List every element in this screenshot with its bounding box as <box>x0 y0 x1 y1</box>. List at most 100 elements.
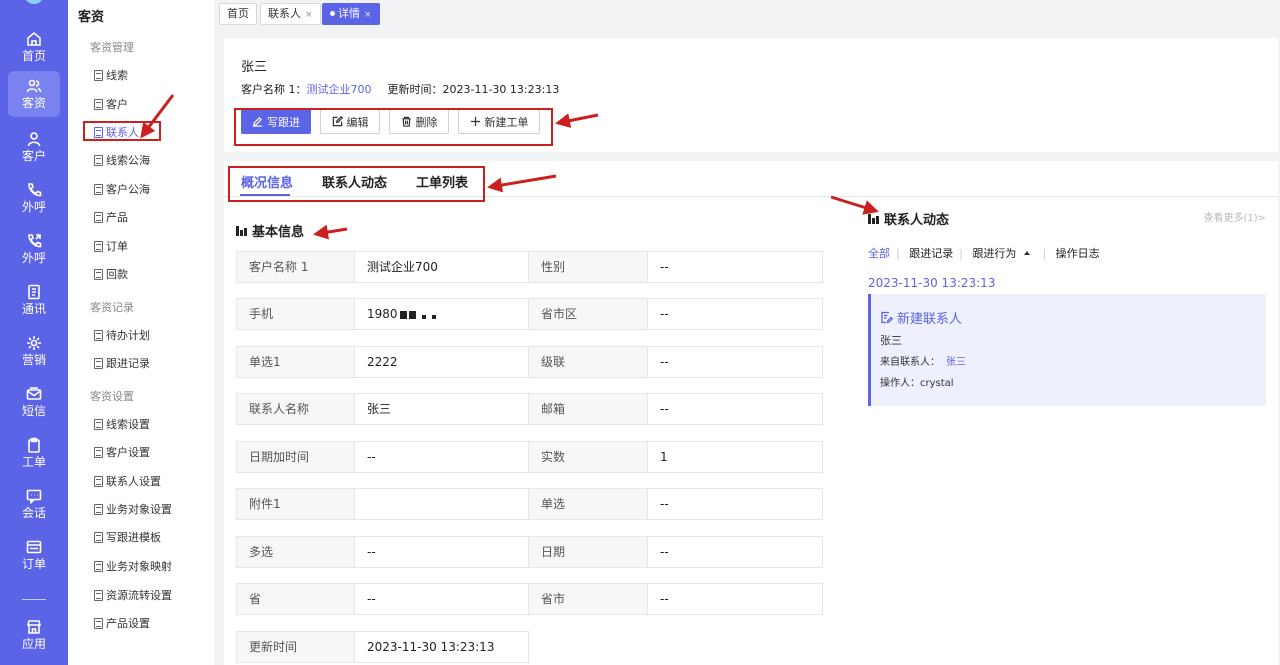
field-label: 日期加时间 <box>236 441 355 473</box>
menu-item-follow-records[interactable]: 跟进记录 <box>94 355 150 371</box>
close-icon[interactable]: × <box>364 10 372 20</box>
rail-label: 客户 <box>21 149 46 163</box>
filter-operation-log[interactable]: 操作日志 <box>1056 247 1100 260</box>
page-title: 张三 <box>241 60 268 75</box>
menu-section-title: 客资记录 <box>90 301 134 314</box>
document-icon <box>94 69 103 81</box>
menu-item-lead-pool[interactable]: 线索公海 <box>94 152 150 168</box>
menu-item-follow-template[interactable]: 写跟进模板 <box>94 529 161 545</box>
redaction-mark <box>421 315 426 319</box>
document-icon <box>94 154 103 166</box>
store-icon <box>26 620 42 634</box>
document-icon <box>94 589 103 601</box>
field-label: 单选 <box>528 488 648 520</box>
activity-from: 来自联系人： 张三 <box>880 357 966 368</box>
document-icon <box>94 446 103 458</box>
menu-item-product[interactable]: 产品 <box>94 209 128 225</box>
rail-item-contacts[interactable]: 通讯 <box>0 277 68 323</box>
menu-item-business-object-mapping[interactable]: 业务对象映射 <box>94 558 172 574</box>
view-more-link[interactable]: 查看更多(1)> <box>1203 209 1266 224</box>
rail-item-ticket[interactable]: 工单 <box>0 430 68 476</box>
rail-label: 首页 <box>21 49 46 63</box>
menu-item-customer-pool[interactable]: 客户公海 <box>94 181 150 197</box>
field-value <box>354 488 529 520</box>
menu-item-resource-flow-settings[interactable]: 资源流转设置 <box>94 587 172 603</box>
activity-operator: 操作人：crystal <box>880 378 954 389</box>
menu-item-todo-plan[interactable]: 待办计划 <box>94 327 150 343</box>
rail-item-outbound-call-2[interactable]: 外呼 <box>0 226 68 272</box>
updated-time: 2023-11-30 13:23:13 <box>442 83 560 96</box>
field-label: 级联 <box>528 346 648 378</box>
tab-home[interactable]: 首页 <box>219 3 257 25</box>
field-value: 2222 <box>354 346 529 378</box>
document-icon <box>94 531 103 543</box>
home-icon <box>27 31 41 46</box>
rail-item-apps[interactable]: 应用 <box>0 612 68 658</box>
icon-rail: 首页 客资 客户 外呼 外呼 通讯 营销 短信 工单 会话 订单 应用 <box>0 0 68 665</box>
redaction-mark <box>399 311 407 319</box>
rail-item-customer[interactable]: 客户 <box>0 124 68 170</box>
filter-follow-behavior[interactable]: 跟进行为 <box>972 247 1036 260</box>
close-icon[interactable]: × <box>305 10 313 20</box>
rail-item-outbound-call[interactable]: 外呼 <box>0 175 68 221</box>
document-icon <box>94 183 103 195</box>
menu-item-business-object-settings[interactable]: 业务对象设置 <box>94 501 172 517</box>
phone-value: 1980 <box>367 307 398 321</box>
rail-label: 工单 <box>21 455 46 469</box>
field-value: -- <box>647 393 823 425</box>
secondary-menu: 客资 客资管理 线索 客户 联系人 线索公海 客户公海 产品 订单 回款 客资记… <box>68 0 214 665</box>
rail-label: 应用 <box>21 637 46 651</box>
rail-item-order[interactable]: 订单 <box>0 532 68 578</box>
rail-item-home[interactable]: 首页 <box>0 24 68 70</box>
document-edit-icon <box>881 311 893 324</box>
document-icon <box>94 617 103 629</box>
customer-link[interactable]: 测试企业700 <box>307 83 372 96</box>
rail-divider <box>22 592 46 600</box>
field-label: 手机 <box>236 298 355 330</box>
activity-card-title: 新建联系人 <box>880 308 962 327</box>
rail-item-marketing[interactable]: 营销 <box>0 328 68 374</box>
menu-section-title: 客资管理 <box>90 41 134 54</box>
field-value: -- <box>647 346 823 378</box>
field-value: -- <box>647 251 823 283</box>
menu-item-contact-settings[interactable]: 联系人设置 <box>94 473 161 489</box>
users-icon <box>26 79 42 93</box>
rail-label: 客资 <box>21 96 46 110</box>
field-label: 实数 <box>528 441 648 473</box>
activity-filters: 全部 | 跟进记录 | 跟进行为 | 操作日志 <box>868 247 1100 260</box>
menu-item-lead-settings[interactable]: 线索设置 <box>94 416 150 432</box>
activity-title: 联系人动态 <box>868 209 949 228</box>
section-bar-icon <box>236 225 247 236</box>
rail-item-leads[interactable]: 客资 <box>8 71 60 117</box>
menu-item-payment[interactable]: 回款 <box>94 266 128 282</box>
menu-item-leads[interactable]: 线索 <box>94 67 128 83</box>
menu-item-customer-settings[interactable]: 客户设置 <box>94 444 150 460</box>
menu-item-product-settings[interactable]: 产品设置 <box>94 615 150 631</box>
field-value: 测试企业700 <box>354 251 529 283</box>
field-label: 日期 <box>528 536 648 568</box>
tab-contacts[interactable]: 联系人 × <box>260 3 321 25</box>
caret-up-icon <box>1024 251 1031 255</box>
rail-label: 外呼 <box>21 251 46 265</box>
activity-card: 新建联系人 张三 来自联系人： 张三 操作人：crystal <box>868 294 1266 406</box>
rail-label: 通讯 <box>21 302 46 316</box>
rail-label: 会话 <box>21 506 46 520</box>
from-contact-link[interactable]: 张三 <box>946 357 966 368</box>
activity-time: 2023-11-30 13:23:13 <box>868 276 996 290</box>
document-icon <box>94 211 103 223</box>
menu-item-customer[interactable]: 客户 <box>94 96 128 112</box>
tab-detail[interactable]: 详情 × <box>322 3 380 25</box>
field-value: -- <box>354 583 529 615</box>
field-label: 单选1 <box>236 346 355 378</box>
filter-follow-records[interactable]: 跟进记录 <box>909 247 953 260</box>
filter-all[interactable]: 全部 <box>868 247 890 260</box>
phone-out-icon <box>28 234 42 248</box>
field-value: -- <box>647 583 823 615</box>
rail-item-sms[interactable]: 短信 <box>0 379 68 425</box>
field-label: 更新时间 <box>236 631 355 663</box>
rail-item-conversation[interactable]: 会话 <box>0 481 68 527</box>
order-icon <box>26 540 42 554</box>
redaction-mark <box>408 311 416 319</box>
menu-item-order[interactable]: 订单 <box>94 238 128 254</box>
logo-icon <box>24 0 44 4</box>
